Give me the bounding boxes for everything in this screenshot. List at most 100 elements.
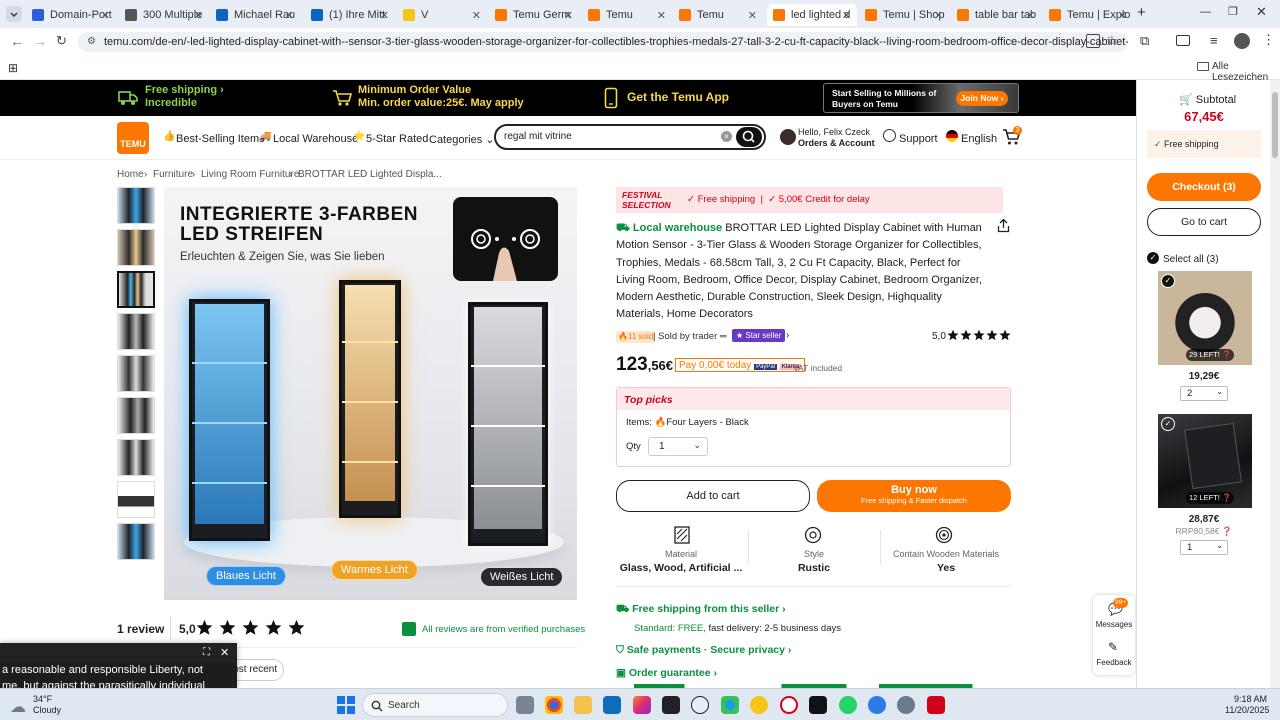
review-count[interactable]: 1 review: [117, 622, 164, 636]
messages-label[interactable]: Messages: [1093, 620, 1135, 629]
cart-item-image[interactable]: ✓ 12 LEFT! ❓: [1158, 414, 1252, 508]
outlook-icon[interactable]: [603, 696, 621, 714]
item-checkbox[interactable]: ✓: [1161, 417, 1175, 431]
app-icon[interactable]: [809, 696, 827, 714]
join-now-button[interactable]: Join Now ›: [956, 91, 1008, 106]
close-tab-icon[interactable]: ✕: [1118, 9, 1127, 22]
browser-tab[interactable]: V ✕: [397, 4, 487, 26]
browser-tab[interactable]: Michael Rau ✕: [210, 4, 300, 26]
buy-now-button[interactable]: Buy now Free shipping & Faster dispatch: [817, 480, 1011, 512]
close-icon[interactable]: ✕: [220, 646, 229, 659]
instagram-icon[interactable]: [633, 696, 651, 714]
browser-tab[interactable]: table bar tab ✕: [951, 4, 1041, 26]
gallery-thumbnail-5[interactable]: [117, 355, 155, 392]
account-avatar[interactable]: [780, 129, 796, 145]
share-icon[interactable]: [997, 219, 1010, 233]
page-scrollbar[interactable]: [1270, 80, 1280, 688]
browser-tab[interactable]: led lighted d ✕: [767, 4, 857, 26]
settings-gear-icon[interactable]: [897, 696, 915, 714]
product-main-image[interactable]: INTEGRIERTE 3-FARBEN LED STREIFEN Erleuch…: [164, 187, 577, 600]
feedback-icon[interactable]: ✎: [1108, 640, 1118, 654]
browser-tab[interactable]: Temu ✕: [673, 4, 763, 26]
chrome-icon[interactable]: [545, 696, 563, 714]
browser-tab[interactable]: Temu | Explo ✕: [1043, 4, 1133, 26]
breadcrumb-furniture[interactable]: Furniture: [153, 169, 193, 180]
browser-tab[interactable]: Temu Germ ✕: [489, 4, 579, 26]
close-tab-icon[interactable]: ✕: [285, 9, 294, 22]
profile-avatar[interactable]: [1234, 33, 1250, 49]
apps-grid-icon[interactable]: ⊞: [8, 61, 18, 75]
windows-start-icon[interactable]: [337, 696, 355, 714]
browser-tab[interactable]: (1) Ihre Mitt ✕: [305, 4, 395, 26]
scrollbar-thumb[interactable]: [1272, 92, 1278, 158]
go-to-cart-button[interactable]: Go to cart: [1147, 208, 1261, 236]
threads-icon[interactable]: [691, 696, 709, 714]
nav-best-selling[interactable]: Best-Selling Items: [176, 133, 265, 145]
gallery-thumbnail-4[interactable]: [117, 313, 155, 350]
clock[interactable]: 9:18 AM 11/20/2025: [1225, 694, 1269, 716]
messenger-icon[interactable]: [868, 696, 886, 714]
temu-logo[interactable]: TEMU: [117, 122, 149, 154]
taskbar-search[interactable]: Search: [362, 693, 508, 717]
gallery-thumbnail-2[interactable]: [117, 229, 155, 266]
reload-icon[interactable]: ↻: [56, 33, 67, 49]
sidebar-icon[interactable]: [1176, 35, 1190, 46]
breadcrumb-home[interactable]: Home: [117, 169, 144, 180]
bookmark-star-icon[interactable]: ☆: [1106, 33, 1118, 49]
back-icon[interactable]: ←: [10, 33, 24, 49]
gallery-thumbnail-1[interactable]: [117, 187, 155, 224]
close-tab-icon[interactable]: ✕: [657, 9, 666, 22]
close-tab-icon[interactable]: ✕: [934, 9, 943, 22]
browser-tab[interactable]: Temu | Shop ✕: [859, 4, 949, 26]
emoji-app-icon[interactable]: [750, 696, 768, 714]
close-tab-icon[interactable]: ✕: [564, 9, 573, 22]
restore-icon[interactable]: ❐: [1228, 5, 1238, 18]
browser-tab[interactable]: Temu ✕: [582, 4, 672, 26]
opera-icon[interactable]: [780, 696, 798, 714]
close-tab-icon[interactable]: ✕: [1026, 9, 1035, 22]
get-app-link[interactable]: Get the Temu App: [627, 91, 729, 104]
select-all-label[interactable]: Select all (3): [1163, 254, 1219, 265]
browser-tab[interactable]: Domain-Port ✕: [26, 4, 116, 26]
whatsapp-icon[interactable]: [839, 696, 857, 714]
checkout-button[interactable]: Checkout (3): [1147, 173, 1261, 201]
pay-later-badge[interactable]: Pay 0,00€ today PayPal Klarna: [675, 358, 806, 372]
qty-select[interactable]: 1 ⌄: [648, 437, 708, 456]
nav-local-warehouse[interactable]: Local Warehouse: [273, 133, 358, 145]
downloads-icon[interactable]: ≡: [1210, 33, 1218, 48]
sell-on-temu-banner[interactable]: Start Selling to Millions of Buyers on Te…: [823, 83, 1019, 113]
install-app-icon[interactable]: [1086, 34, 1100, 48]
task-view-icon[interactable]: [516, 696, 534, 714]
forward-icon[interactable]: →: [33, 33, 47, 49]
menu-icon[interactable]: ⋮: [1262, 32, 1275, 48]
gallery-thumbnail-8[interactable]: [117, 481, 155, 518]
gallery-thumbnail-3[interactable]: [117, 271, 155, 308]
search-input[interactable]: regal mit vitrine ×: [494, 124, 766, 150]
shipping-seller-link[interactable]: ⛟ Free shipping from this seller ›: [616, 603, 786, 617]
minimize-icon[interactable]: —: [1200, 6, 1211, 18]
safe-payments-link[interactable]: ⛉ Safe payments · Secure privacy ›: [616, 644, 791, 657]
search-button[interactable]: [736, 127, 762, 147]
site-info-icon[interactable]: ⚙: [87, 32, 96, 52]
close-tab-icon[interactable]: ✕: [748, 9, 757, 22]
items-variant[interactable]: Items: 🔥Four Layers - Black: [626, 417, 749, 428]
star-seller-badge[interactable]: ★ Star seller: [732, 329, 786, 342]
browser-tab[interactable]: 300 Multiple ✕: [119, 4, 209, 26]
filezilla-icon[interactable]: [927, 696, 945, 714]
close-tab-icon[interactable]: ✕: [194, 9, 203, 22]
feedback-label[interactable]: Feedback: [1093, 658, 1135, 667]
close-tab-icon[interactable]: ✕: [101, 9, 110, 22]
close-tab-icon[interactable]: ✕: [472, 9, 481, 22]
weather-widget[interactable]: 34°F Cloudy: [33, 694, 61, 716]
close-tab-icon[interactable]: ✕: [842, 9, 851, 22]
extensions-icon[interactable]: ⧉: [1140, 33, 1149, 49]
add-to-cart-button[interactable]: Add to cart: [616, 480, 810, 512]
nav-five-star[interactable]: 5-Star Rated: [366, 133, 428, 145]
select-all-checkbox[interactable]: ✓: [1147, 252, 1159, 264]
cart-item-qty[interactable]: 1 ⌄: [1180, 540, 1228, 555]
breadcrumb-living-room[interactable]: Living Room Furniture: [201, 169, 299, 180]
sold-by[interactable]: | Sold by trader ═: [653, 331, 727, 342]
clear-search-icon[interactable]: ×: [721, 131, 732, 142]
cart-item-image[interactable]: ✓ 29 LEFT! ❓: [1158, 271, 1252, 365]
account-menu[interactable]: Hello, Felix Czeck Orders & Account: [798, 127, 875, 149]
